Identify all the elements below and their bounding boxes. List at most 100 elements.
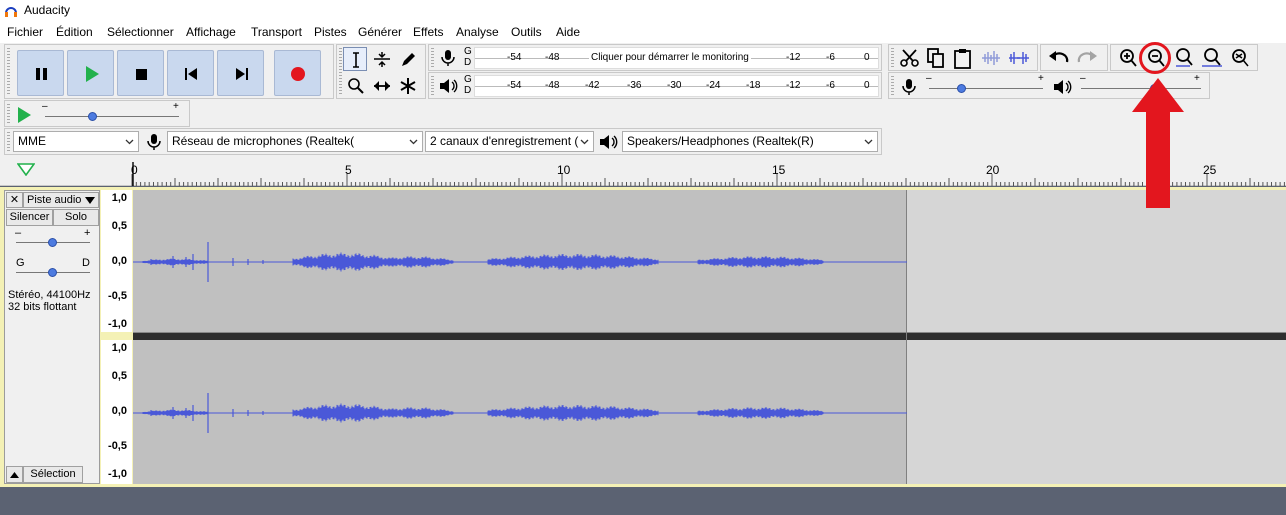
pause-button[interactable]: [17, 50, 64, 96]
meter-tick: -6: [826, 52, 835, 63]
copy-button[interactable]: [922, 46, 950, 70]
menu-tools[interactable]: Outils: [511, 25, 542, 39]
meter-tick: -30: [667, 80, 682, 91]
play-meter[interactable]: -54 -48 -42 -36 -30 -24 -18 -12 -6 0: [474, 75, 879, 97]
playback-device-dropdown[interactable]: Speakers/Headphones (Realtek(R): [622, 131, 878, 152]
menu-tracks[interactable]: Pistes: [314, 25, 347, 39]
toolbar-grip[interactable]: [431, 48, 434, 68]
speaker-icon[interactable]: [437, 76, 459, 96]
pause-icon: [36, 68, 47, 80]
meter-tick: -54: [507, 80, 522, 91]
record-button[interactable]: [274, 50, 321, 96]
toolbar-grip[interactable]: [891, 76, 894, 96]
recording-channels-dropdown[interactable]: 2 canaux d'enregistrement (: [425, 131, 594, 152]
slider-max-label: +: [1038, 73, 1044, 84]
undo-button[interactable]: [1045, 46, 1073, 70]
fit-project-button[interactable]: [1199, 46, 1227, 70]
meter-tick: -12: [786, 52, 801, 63]
pencil-icon: [402, 53, 415, 66]
play-button[interactable]: [67, 50, 114, 96]
silence-audio-button[interactable]: [1005, 46, 1033, 70]
mute-button[interactable]: Silencer: [6, 209, 53, 226]
timeline-options-icon[interactable]: [17, 162, 35, 176]
slider-max-label: +: [1194, 73, 1200, 84]
ruler-label: 0: [131, 163, 138, 177]
ruler-ticks: [131, 174, 1285, 186]
meter-tick: -24: [706, 80, 721, 91]
copy-icon: [927, 48, 944, 68]
multi-tool-button[interactable]: [395, 73, 419, 97]
gain-min-label: –: [15, 227, 22, 239]
zoom-in-icon: [1120, 49, 1137, 67]
meter-channel-right: D: [464, 57, 472, 68]
scale-label: -1,0: [108, 468, 127, 480]
scale-label: 0,5: [111, 370, 127, 382]
timeline-ruler[interactable]: [0, 156, 1286, 186]
record-meter[interactable]: -54 -48 Cliquer pour démarrer le monitor…: [474, 47, 879, 69]
menu-transport[interactable]: Transport: [251, 25, 302, 39]
recording-volume-thumb[interactable]: [957, 84, 967, 93]
gain-max-label: +: [84, 227, 91, 239]
skip-start-icon: [185, 68, 197, 80]
channel-separator[interactable]: [133, 332, 1286, 340]
paste-button[interactable]: [949, 46, 977, 70]
menu-view[interactable]: Affichage: [186, 25, 236, 39]
menu-select[interactable]: Sélectionner: [107, 25, 174, 39]
play-at-speed-icon[interactable]: [14, 105, 34, 125]
zoom-toggle-button[interactable]: [1227, 46, 1255, 70]
fit-project-icon: [1202, 48, 1222, 67]
recording-channels-value: 2 canaux d'enregistrement (: [430, 134, 579, 148]
toolbar-grip[interactable]: [7, 48, 10, 96]
cut-button[interactable]: [896, 46, 924, 70]
slider-min-label: –: [1080, 73, 1086, 84]
meter-tick: -12: [786, 80, 801, 91]
menu-help[interactable]: Aide: [556, 25, 580, 39]
recording-volume-slider[interactable]: [929, 88, 1043, 89]
pan-slider-thumb[interactable]: [48, 268, 57, 277]
redo-button[interactable]: [1073, 46, 1101, 70]
monitoring-prompt[interactable]: Cliquer pour démarrer le monitoring: [589, 52, 751, 63]
ruler-label: 5: [345, 163, 352, 177]
playback-speed-slider[interactable]: [45, 116, 179, 117]
magnifier-icon: [348, 78, 364, 94]
recording-device-dropdown[interactable]: Réseau de microphones (Realtek(: [167, 131, 423, 152]
fit-selection-button[interactable]: [1171, 46, 1199, 70]
waveform-shape: [133, 242, 907, 282]
redo-icon: [1077, 51, 1097, 63]
microphone-icon[interactable]: [438, 48, 458, 68]
time-shift-tool-button[interactable]: [369, 73, 393, 97]
menu-edit[interactable]: Édition: [56, 25, 93, 39]
solo-button[interactable]: Solo: [53, 209, 99, 226]
track-format-bits: 32 bits flottant: [8, 301, 77, 313]
track-menu-button[interactable]: Piste audio: [23, 192, 99, 208]
chevron-down-icon: [409, 139, 418, 145]
draw-tool-button[interactable]: [395, 47, 419, 71]
menu-effects[interactable]: Effets: [413, 25, 443, 39]
menu-file[interactable]: Fichier: [7, 25, 43, 39]
zoom-tool-button[interactable]: [343, 73, 367, 97]
amplitude-scale-right[interactable]: 1,0 0,5 0,0 -0,5 -1,0: [101, 340, 132, 484]
toolbar-grip[interactable]: [431, 76, 434, 96]
empty-track-area[interactable]: [907, 340, 1286, 484]
skip-to-end-button[interactable]: [217, 50, 264, 96]
stop-button[interactable]: [117, 50, 164, 96]
close-icon: ✕: [9, 194, 20, 206]
playback-speed-thumb[interactable]: [88, 112, 98, 121]
menu-generate[interactable]: Générer: [358, 25, 402, 39]
skip-to-start-button[interactable]: [167, 50, 214, 96]
toolbar-grip[interactable]: [339, 48, 342, 96]
empty-track-area[interactable]: [907, 190, 1286, 332]
select-track-button[interactable]: Sélection: [23, 466, 83, 483]
amplitude-scale-left[interactable]: 1,0 0,5 0,0 -0,5 -1,0: [101, 190, 132, 332]
toolbar-grip[interactable]: [7, 104, 10, 124]
close-track-button[interactable]: ✕: [6, 192, 23, 208]
trim-audio-button[interactable]: [977, 46, 1005, 70]
toolbar-grip[interactable]: [7, 132, 10, 152]
collapse-track-button[interactable]: [6, 466, 23, 483]
gain-slider-thumb[interactable]: [48, 238, 57, 247]
menu-analyze[interactable]: Analyse: [456, 25, 499, 39]
envelope-tool-button[interactable]: [369, 47, 393, 71]
toolbar-grip[interactable]: [891, 48, 894, 68]
selection-tool-button[interactable]: [343, 47, 367, 71]
audio-host-dropdown[interactable]: MME: [13, 131, 139, 152]
